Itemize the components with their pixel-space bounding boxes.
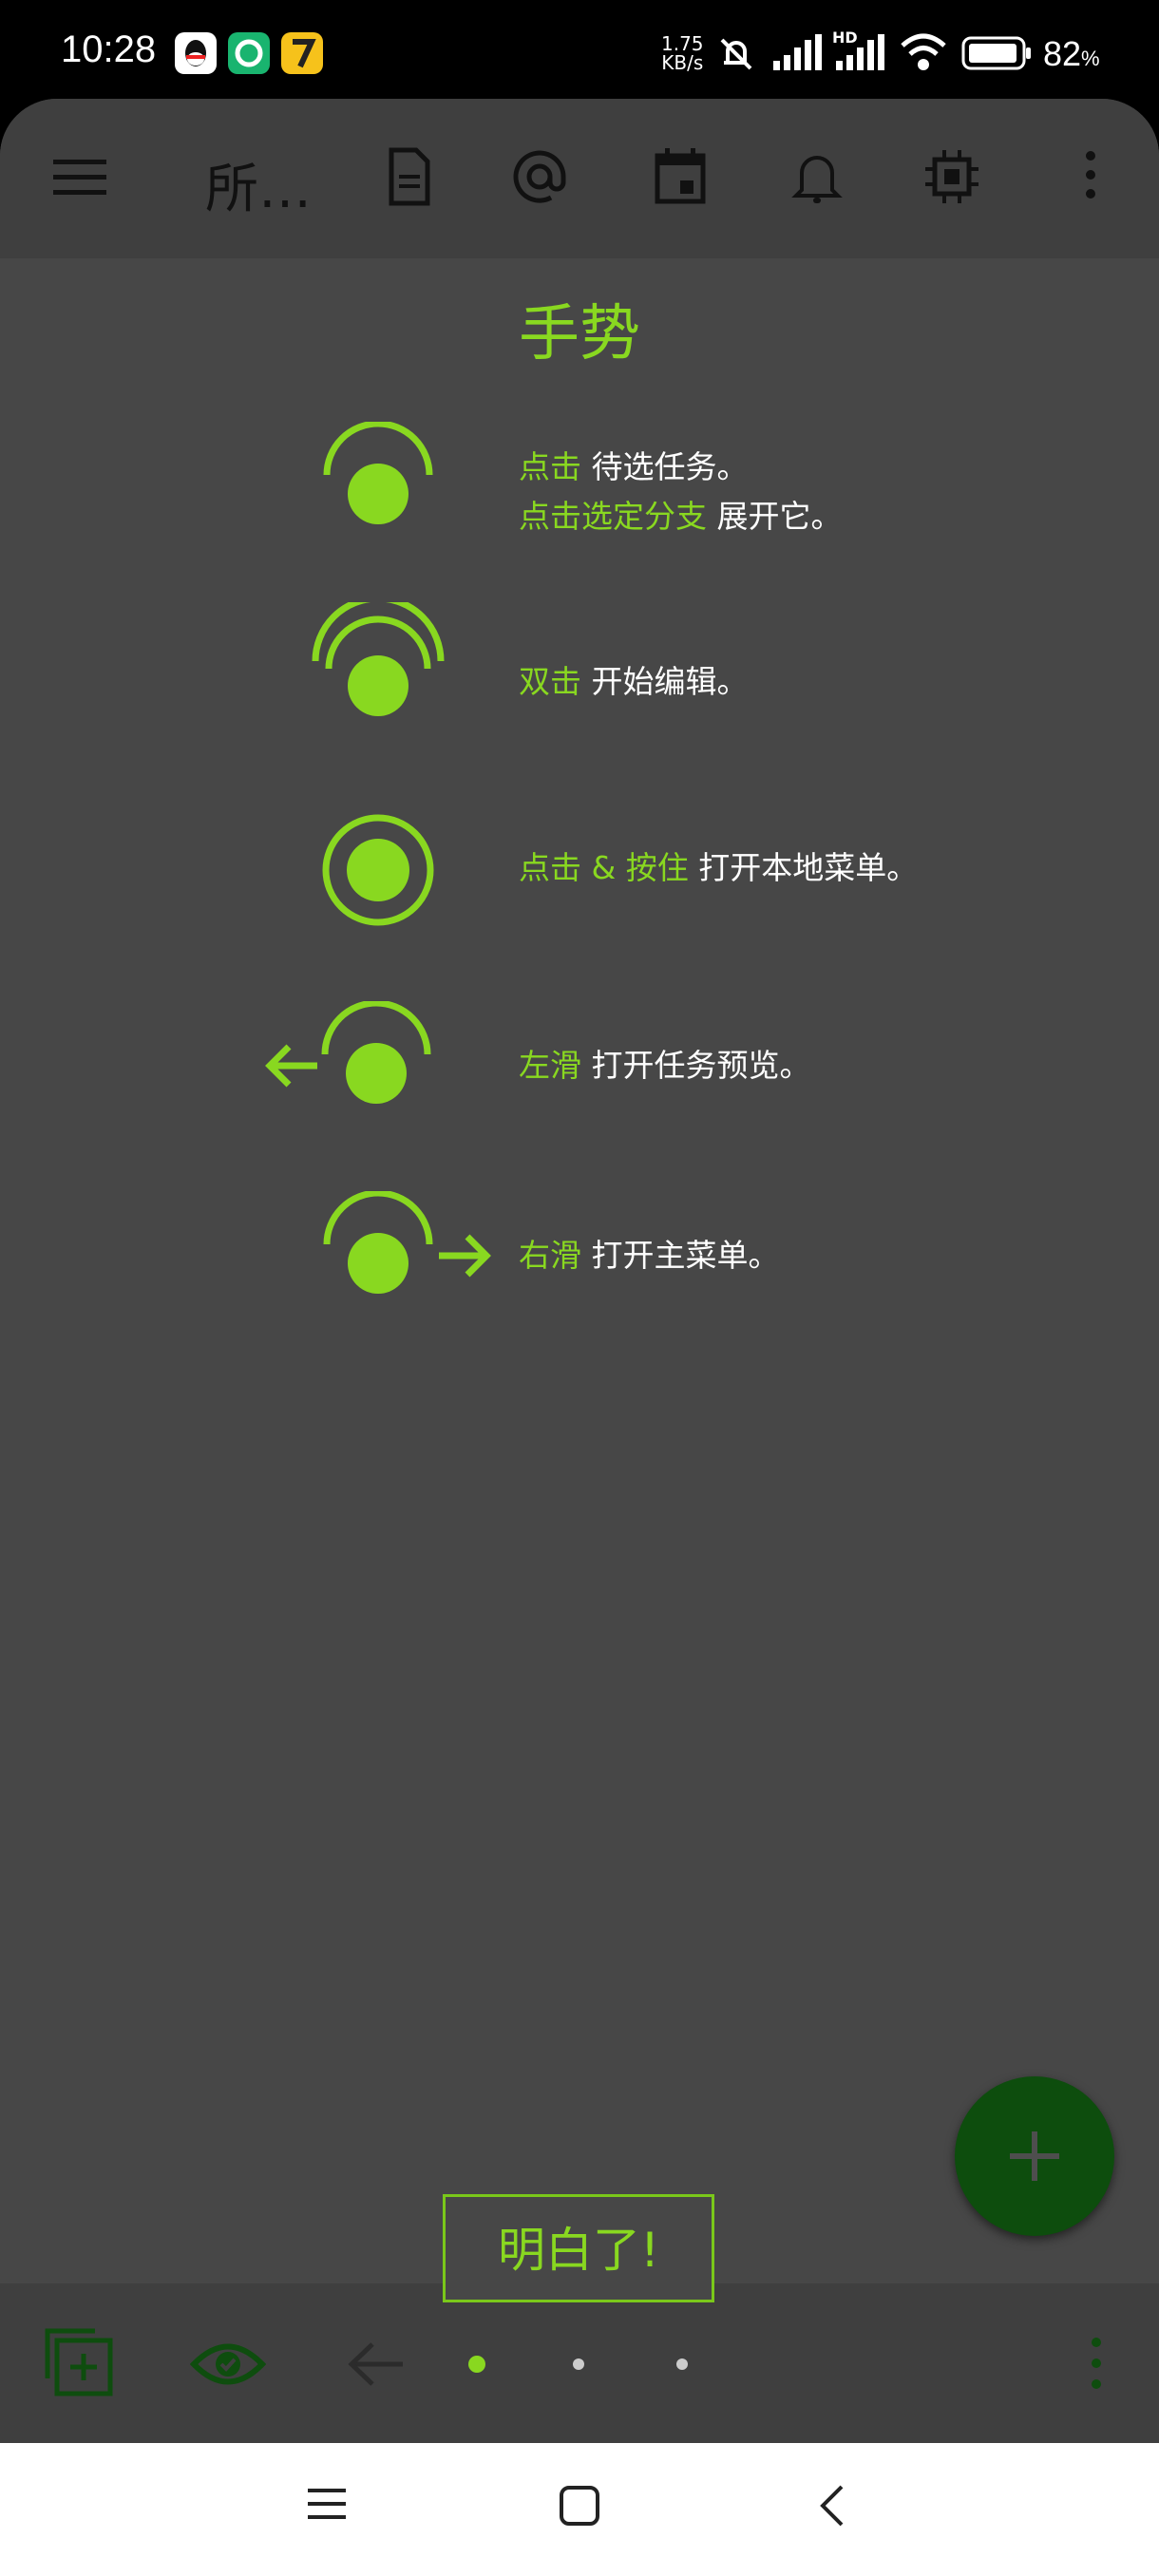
tap-icon xyxy=(323,422,433,524)
tap-hold-icon xyxy=(322,814,434,926)
menu-icon[interactable] xyxy=(49,146,110,207)
got-it-button[interactable]: 明白了! xyxy=(443,2194,714,2302)
calendar-icon[interactable] xyxy=(650,146,711,207)
page-dot[interactable] xyxy=(573,2358,584,2370)
battery-icon xyxy=(961,36,1031,70)
swipe-left-icon xyxy=(265,1001,431,1104)
gesture-line: 双击 开始编辑。 xyxy=(519,663,749,700)
gesture-line: 点击 & 按住 打开本地菜单。 xyxy=(519,849,919,886)
signal-icon xyxy=(773,34,822,70)
mute-icon xyxy=(720,38,752,70)
yellow-seven-icon xyxy=(281,32,323,74)
status-time: 10:28 xyxy=(61,28,157,70)
app-screen: 所… 手势 点击 待选任务。 点击选定分支 展开它。 双击 开始编辑。 点击 &… xyxy=(0,99,1159,2443)
document-icon[interactable] xyxy=(378,146,439,207)
top-app-bar: 所… xyxy=(0,99,1159,258)
more-vert-icon[interactable] xyxy=(1081,2333,1112,2394)
gesture-line: 点击选定分支 展开它。 xyxy=(519,498,843,535)
home-icon[interactable] xyxy=(559,2485,600,2527)
bell-icon[interactable] xyxy=(787,146,847,207)
system-nav-bar xyxy=(0,2443,1159,2576)
eye-check-icon[interactable] xyxy=(190,2339,266,2390)
recents-icon[interactable] xyxy=(306,2483,348,2525)
net-speed: 1.75 KB/s xyxy=(661,32,704,74)
double-tap-icon xyxy=(312,602,445,716)
status-bar: 10:28 1.75 KB/s HD 82% xyxy=(0,0,1159,103)
add-task-fab[interactable] xyxy=(955,2076,1114,2236)
gesture-line: 点击 待选任务。 xyxy=(519,448,749,485)
plus-icon xyxy=(1010,2131,1059,2181)
back-arrow-icon[interactable] xyxy=(346,2340,407,2388)
wifi-icon xyxy=(901,33,946,70)
more-vert-icon[interactable] xyxy=(1074,146,1108,207)
bottom-bar xyxy=(0,2283,1159,2443)
back-icon[interactable] xyxy=(815,2483,849,2529)
gestures-title: 手势 xyxy=(519,299,640,369)
qq-icon xyxy=(175,32,217,74)
chip-icon[interactable] xyxy=(922,146,982,207)
green-app-icon xyxy=(228,32,270,74)
page-title: 所… xyxy=(205,159,312,220)
battery-level: 82% xyxy=(1043,34,1100,73)
gesture-line: 左滑 打开任务预览。 xyxy=(519,1047,811,1084)
gesture-line: 右滑 打开主菜单。 xyxy=(519,1237,780,1274)
add-copy-icon[interactable] xyxy=(44,2327,116,2399)
page-dot[interactable] xyxy=(468,2356,485,2373)
swipe-right-icon xyxy=(323,1191,491,1294)
page-dot[interactable] xyxy=(676,2358,688,2370)
signal-hd-icon xyxy=(836,34,884,70)
at-icon[interactable] xyxy=(509,146,570,207)
